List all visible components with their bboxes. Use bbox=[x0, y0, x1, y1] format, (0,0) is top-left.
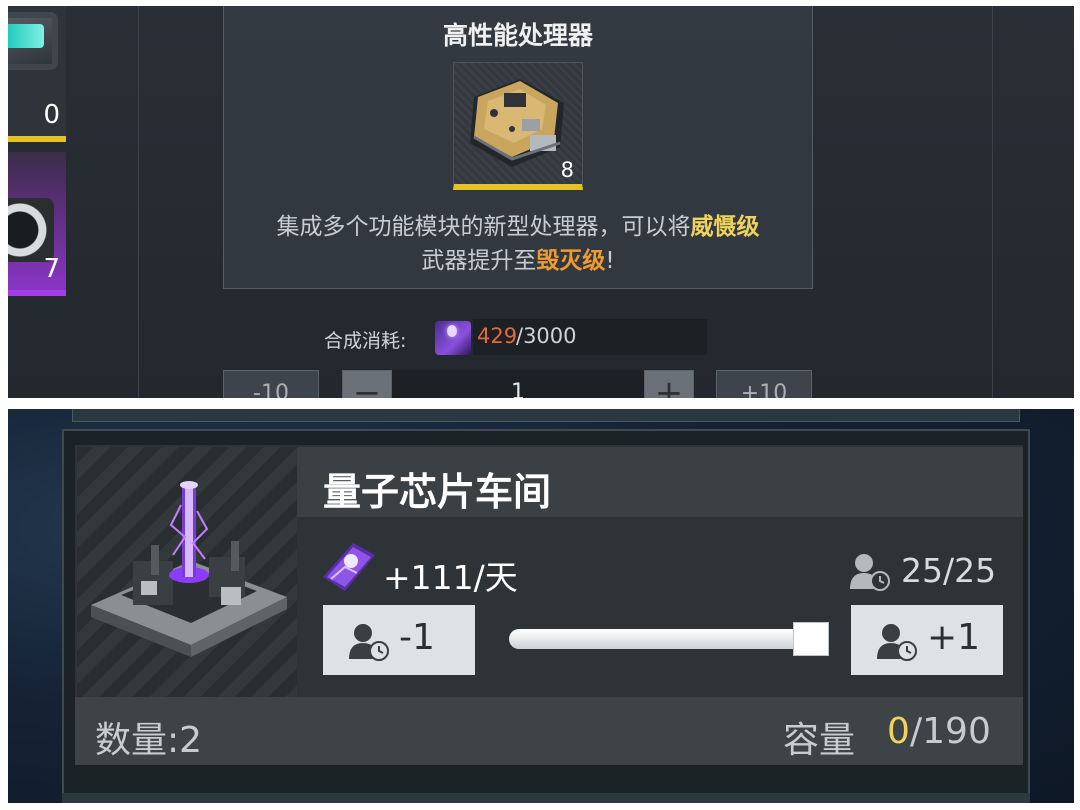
quantum-chip-icon bbox=[435, 321, 471, 355]
item-detail-card: 高性能处理器 8 集成多个功能模块的新型处理器，可以将威慑级 武器提升至毁灭级! bbox=[223, 6, 813, 289]
workshop-panel: 量子芯片车间 +111/天 25/25 -1 +1 数量:2 容量 0 /190 bbox=[8, 409, 1074, 803]
worker-slider[interactable] bbox=[509, 629, 823, 649]
building-quantity: 数量:2 bbox=[95, 720, 203, 761]
item-icon-frame: 8 bbox=[453, 62, 583, 190]
worker-clock-icon bbox=[877, 624, 917, 661]
battery-item-icon bbox=[8, 12, 58, 70]
capacity-total: /190 bbox=[910, 711, 991, 752]
tier-destruction: 毁灭级 bbox=[536, 248, 606, 274]
quantum-chip-icon bbox=[323, 543, 375, 591]
production-rate: +111/天 bbox=[383, 558, 518, 597]
description-text: 武器提升至 bbox=[421, 248, 537, 274]
tier-deterrence: 威慑级 bbox=[690, 214, 760, 240]
crafting-panel: 0 7 高性能处理器 8 集成多个功能模块的新型处理器，可以将威慑级 武器提升至… bbox=[8, 6, 1074, 398]
processor-icon bbox=[470, 79, 564, 167]
plus-button[interactable]: + bbox=[644, 370, 694, 398]
building-thumbnail[interactable] bbox=[77, 447, 297, 697]
capacity-label: 容量 bbox=[783, 720, 856, 761]
slot-count: 0 bbox=[43, 100, 60, 130]
panel-divider bbox=[992, 6, 993, 398]
description-text: 集成多个功能模块的新型处理器，可以将 bbox=[276, 214, 691, 240]
minus-10-button[interactable]: -10 bbox=[223, 370, 319, 398]
panel-divider bbox=[138, 6, 139, 398]
inventory-slot-2[interactable]: 7 bbox=[8, 152, 66, 296]
item-quantity: 8 bbox=[560, 158, 574, 182]
plus-10-button[interactable]: +10 bbox=[716, 370, 812, 398]
button-label: +1 bbox=[927, 617, 981, 658]
quantum-workshop-icon bbox=[91, 481, 287, 657]
worker-slider-handle[interactable] bbox=[793, 622, 829, 656]
cost-have: 429 bbox=[477, 324, 518, 348]
workshop-card: 量子芯片车间 +111/天 25/25 -1 +1 数量:2 容量 0 /190 bbox=[75, 445, 1023, 765]
item-title: 高性能处理器 bbox=[442, 21, 593, 50]
capacity-used: 0 bbox=[887, 711, 910, 752]
building-title: 量子芯片车间 bbox=[323, 470, 552, 514]
worker-clock-icon bbox=[349, 624, 389, 661]
cannon-item-icon bbox=[8, 198, 54, 262]
minus-button[interactable]: − bbox=[342, 370, 392, 398]
panel-bottom-line bbox=[62, 793, 1030, 803]
quantity-input[interactable]: 1 bbox=[392, 370, 644, 398]
button-label: -1 bbox=[399, 617, 435, 658]
item-description: 集成多个功能模块的新型处理器，可以将威慑级 武器提升至毁灭级! bbox=[224, 210, 812, 278]
add-worker-button[interactable]: +1 bbox=[851, 605, 1003, 675]
worker-clock-icon bbox=[850, 554, 890, 591]
panel-top-band bbox=[72, 409, 1020, 422]
card-footer: 数量:2 容量 0 /190 bbox=[75, 697, 1023, 765]
remove-worker-button[interactable]: -1 bbox=[323, 605, 475, 675]
worker-count: 25/25 bbox=[901, 551, 997, 590]
cost-total: /3000 bbox=[516, 324, 577, 348]
description-text: ! bbox=[605, 248, 615, 274]
inventory-slot-1[interactable]: 0 bbox=[8, 6, 66, 142]
slot-count: 7 bbox=[43, 254, 60, 284]
cost-label: 合成消耗: bbox=[324, 330, 407, 352]
